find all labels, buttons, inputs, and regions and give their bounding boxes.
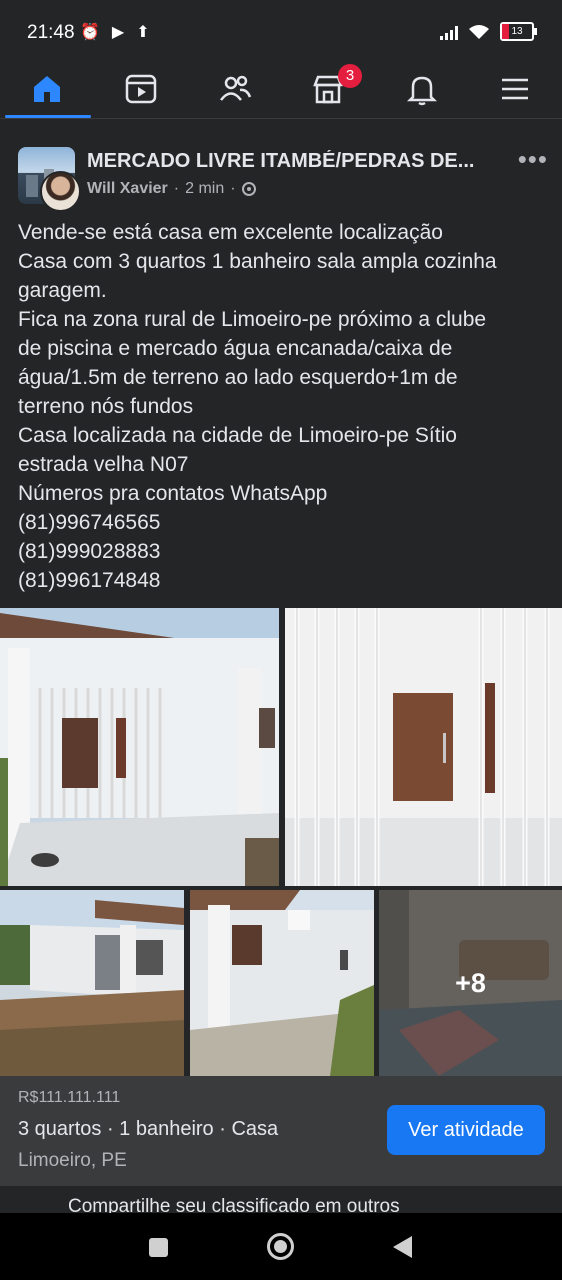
system-navigation-bar bbox=[0, 1213, 562, 1280]
alarm-icon: ⏰ bbox=[80, 24, 100, 41]
photo-house-side[interactable] bbox=[0, 890, 184, 1076]
meta-separator: · bbox=[230, 180, 236, 197]
post-meta: Will Xavier · 2 min · bbox=[87, 180, 256, 198]
post-time[interactable]: 2 min bbox=[185, 180, 224, 198]
listing-price: R$111.111.111 bbox=[18, 1089, 121, 1106]
listing-location: Limoeiro, PE bbox=[18, 1150, 127, 1171]
author-name[interactable]: Will Xavier bbox=[87, 180, 168, 198]
user-avatar[interactable] bbox=[40, 171, 81, 212]
phone-number[interactable]: (81)996746565 bbox=[18, 508, 548, 537]
tab-friends[interactable] bbox=[188, 60, 281, 118]
status-right: 13 bbox=[440, 22, 537, 41]
photo-interior-room[interactable]: +8 bbox=[379, 890, 562, 1076]
listing-info: R$111.111.111 3 quartos · 1 banheiro · C… bbox=[0, 1076, 562, 1186]
more-options-button[interactable]: ••• bbox=[518, 144, 548, 175]
share-listing-prompt[interactable]: Compartilhe seu classificado em outros bbox=[0, 1186, 562, 1213]
photo-interior-gate[interactable] bbox=[285, 608, 562, 886]
photo-house-back[interactable] bbox=[190, 890, 374, 1076]
meta-separator: · bbox=[173, 180, 180, 197]
post-text-line: Fica na zona rural de Limoeiro-pe próxim… bbox=[18, 308, 487, 331]
feed-post: MERCADO LIVRE ITAMBÉ/PEDRAS DE... Will X… bbox=[0, 122, 562, 1186]
back-button[interactable] bbox=[393, 1236, 412, 1258]
system-home-button[interactable] bbox=[267, 1233, 294, 1260]
post-text-line: Casa localizada na cidade de Limoeiro-pe… bbox=[18, 424, 457, 447]
top-navigation: 3 bbox=[0, 60, 562, 119]
view-activity-button[interactable]: Ver atividade bbox=[387, 1105, 545, 1155]
hamburger-menu-icon bbox=[501, 78, 528, 100]
status-icons: ⏰ ▶ ⬆ bbox=[80, 22, 150, 42]
post-text-line: garagem. bbox=[18, 279, 107, 302]
video-icon bbox=[125, 74, 156, 104]
status-bar: 21:48 ⏰ ▶ ⬆ 13 bbox=[0, 0, 562, 60]
tab-home[interactable] bbox=[0, 60, 93, 118]
battery-icon: 13 bbox=[500, 22, 537, 41]
tab-video[interactable] bbox=[94, 60, 187, 118]
more-photos-count[interactable]: +8 bbox=[379, 890, 562, 1076]
post-text-line: Casa com 3 quartos 1 banheiro sala ampla… bbox=[18, 250, 497, 273]
tab-notifications[interactable] bbox=[375, 60, 468, 118]
post-text-line: Números pra contatos WhatsApp bbox=[18, 482, 328, 505]
privacy-globe-icon bbox=[241, 182, 256, 196]
group-name[interactable]: MERCADO LIVRE ITAMBÉ/PEDRAS DE... bbox=[87, 150, 507, 173]
post-text-line: Vende-se está casa em excelente localiza… bbox=[18, 221, 443, 244]
status-time: 21:48 bbox=[27, 22, 75, 43]
phone-number[interactable]: (81)999028883 bbox=[18, 537, 548, 566]
marketplace-badge: 3 bbox=[338, 64, 362, 88]
post-text-line: terreno nós fundos bbox=[18, 395, 194, 418]
tab-marketplace[interactable]: 3 bbox=[281, 60, 374, 118]
signal-icon bbox=[440, 24, 458, 40]
phone-number[interactable]: (81)996174848 bbox=[18, 566, 548, 595]
recents-button[interactable] bbox=[149, 1238, 168, 1257]
listing-details: 3 quartos · 1 banheiro · Casa bbox=[18, 1118, 279, 1140]
post-text-line: estrada velha N07 bbox=[18, 453, 189, 476]
play-icon: ▶ bbox=[111, 24, 125, 41]
post-text: Vende-se está casa em excelente localiza… bbox=[18, 218, 548, 595]
wifi-icon bbox=[469, 24, 489, 39]
post-text-line: água/1.5m de terreno ao lado esquerdo+1m… bbox=[18, 366, 458, 389]
friends-icon bbox=[219, 75, 251, 101]
photo-house-front[interactable] bbox=[0, 608, 279, 886]
share-prompt-text: Compartilhe seu classificado em outros bbox=[68, 1196, 400, 1213]
upload-icon: ⬆ bbox=[136, 24, 150, 41]
tab-menu[interactable] bbox=[468, 60, 561, 118]
battery-level: 13 bbox=[511, 26, 523, 37]
bell-icon bbox=[406, 76, 437, 106]
post-text-line: de piscina e mercado água encanada/caixa… bbox=[18, 337, 453, 360]
active-tab-indicator bbox=[5, 115, 91, 118]
home-icon bbox=[33, 76, 60, 102]
